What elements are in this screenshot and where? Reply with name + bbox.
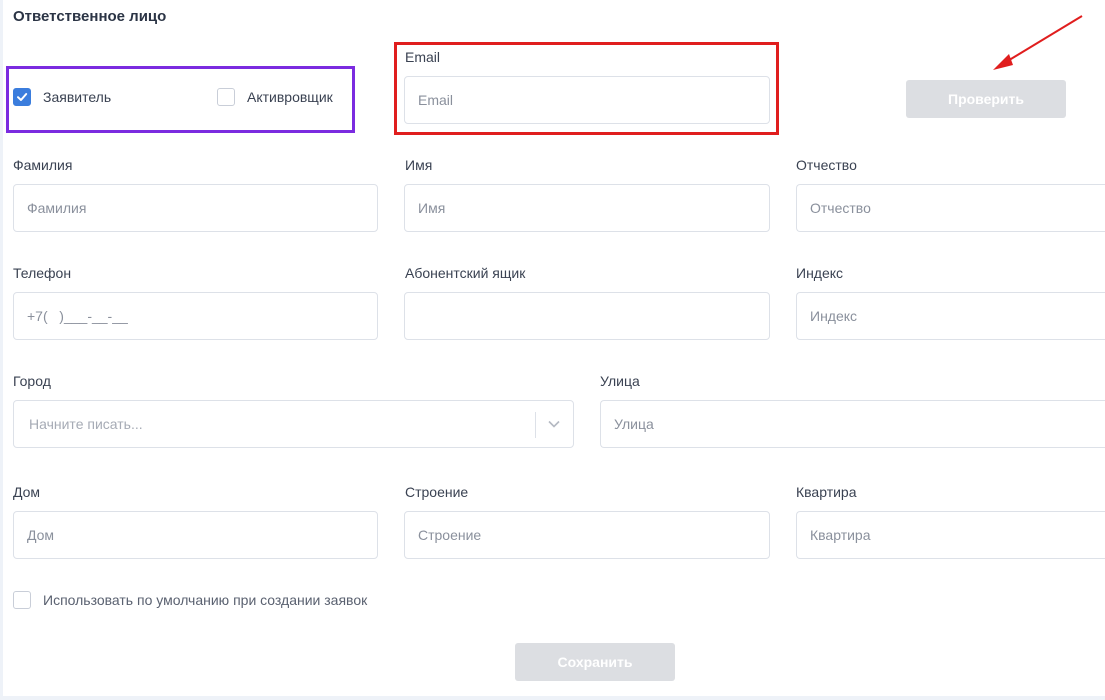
po-box-input[interactable]: [404, 292, 770, 340]
phone-input[interactable]: +7( )___-__-__: [13, 292, 378, 340]
last-name-label: Фамилия: [13, 157, 73, 173]
activator-checkbox[interactable]: [217, 88, 235, 106]
save-button[interactable]: Сохранить: [515, 643, 675, 681]
applicant-checkbox[interactable]: [13, 88, 31, 106]
house-input[interactable]: Дом: [13, 511, 378, 559]
first-name-label: Имя: [405, 157, 433, 173]
section-title: Ответственное лицо: [13, 8, 167, 25]
check-icon: [17, 93, 28, 101]
po-box-label: Абонентский ящик: [405, 265, 526, 281]
apartment-label: Квартира: [796, 484, 857, 500]
apartment-input[interactable]: Квартира: [796, 511, 1105, 559]
city-label: Город: [13, 373, 51, 389]
street-input[interactable]: Улица: [600, 400, 1105, 448]
default-checkbox-label: Использовать по умолчанию при создании з…: [43, 592, 368, 608]
street-label: Улица: [600, 373, 640, 389]
house-label: Дом: [13, 484, 41, 500]
email-label: Email: [405, 49, 441, 65]
default-checkbox[interactable]: [13, 591, 31, 609]
applicant-label: Заявитель: [43, 89, 112, 105]
red-arrow-annotation: [993, 15, 1083, 70]
activator-label: Активровщик: [247, 89, 333, 105]
email-input[interactable]: Email: [404, 76, 770, 124]
middle-name-label: Отчество: [796, 157, 857, 173]
last-name-input[interactable]: Фамилия: [13, 184, 378, 232]
phone-label: Телефон: [13, 265, 72, 281]
chevron-down-icon[interactable]: [547, 419, 561, 429]
building-input[interactable]: Строение: [404, 511, 770, 559]
city-select[interactable]: Начните писать...: [13, 400, 574, 448]
city-placeholder: Начните писать...: [29, 416, 143, 432]
middle-name-input[interactable]: Отчество: [796, 184, 1105, 232]
city-select-separator: [535, 412, 536, 438]
first-name-input[interactable]: Имя: [404, 184, 770, 232]
building-label: Строение: [405, 484, 469, 500]
index-input[interactable]: Индекс: [796, 292, 1105, 340]
check-button[interactable]: Проверить: [906, 80, 1066, 118]
index-label: Индекс: [796, 265, 844, 281]
